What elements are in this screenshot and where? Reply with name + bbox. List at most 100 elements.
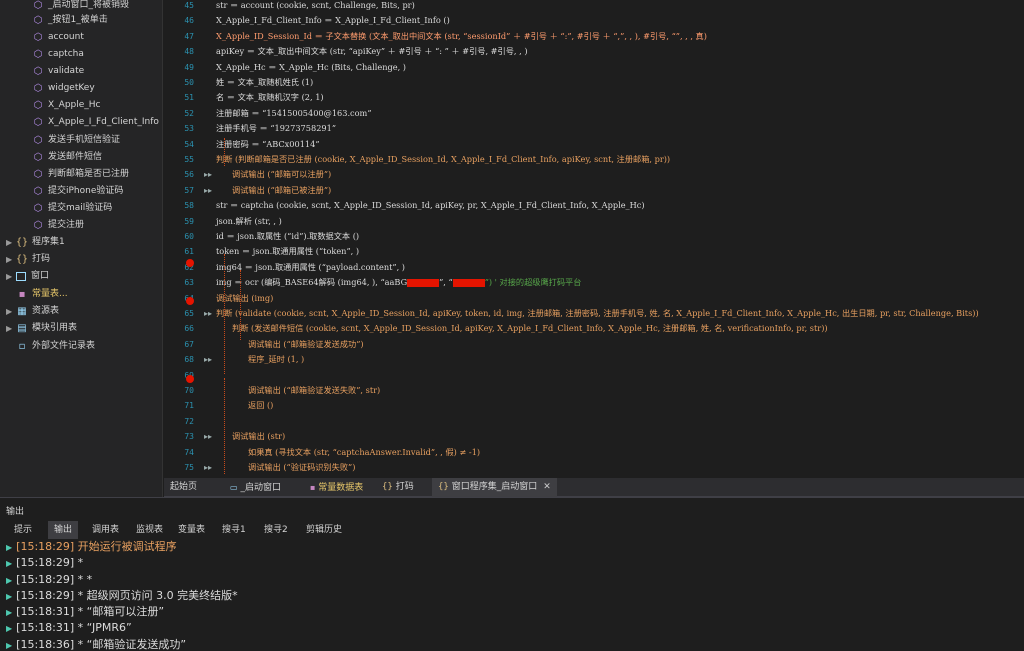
fold-arrow-icon[interactable]: ▸▸ (204, 355, 212, 364)
expand-arrow-icon[interactable]: ▶ (6, 576, 12, 585)
tab-startup-window[interactable]: ▭ _启动窗口 (224, 478, 287, 497)
tree-item-7[interactable]: ⬡ X_Apple_I_Fd_Client_Info (32, 114, 159, 131)
tree-item-6[interactable]: ⬡ X_Apple_Hc (32, 97, 101, 114)
code-line[interactable]: 姓 ＝ 文本_取随机姓氏 (1) (216, 75, 313, 90)
flow-guide (224, 378, 225, 474)
code-line[interactable]: 注册邮箱 ＝ “15415005400@163.com” (216, 106, 372, 121)
fold-arrow-icon[interactable]: ▸▸ (204, 432, 212, 441)
code-line[interactable]: X_Apple_ID_Session_Id ＝ 子文本替换 (文本_取出中间文本… (216, 29, 707, 44)
tree-item-4[interactable]: ⬡ validate (32, 63, 85, 80)
code-line[interactable]: X_Apple_Hc ＝ X_Apple_Hc (Bits, Challenge… (216, 60, 406, 75)
close-icon[interactable]: ✕ (543, 482, 551, 492)
tree-item-20[interactable]: ▫ 外部文件记录表 (16, 338, 95, 355)
fold-arrow-icon[interactable]: ▸▸ (204, 186, 212, 195)
code-line[interactable]: str ＝ captcha (cookie, scnt, X_Apple_ID_… (216, 198, 645, 213)
tab-output[interactable]: 输出 (48, 521, 79, 539)
line-number: 49 (184, 62, 194, 72)
expand-arrow-icon[interactable]: ▶ (6, 592, 12, 601)
code-line[interactable]: X_Apple_I_Fd_Client_Info ＝ X_Apple_I_Fd_… (216, 13, 450, 28)
code-line[interactable]: id ＝ json.取属性 (“id”).取数据文本 () (216, 229, 359, 244)
tab-search-1[interactable]: 搜寻1 (216, 521, 252, 539)
chevron-right-icon[interactable]: ▶ (6, 268, 16, 285)
expand-arrow-icon[interactable]: ▶ (6, 559, 12, 568)
code-line[interactable]: 调试输出 (“邮箱验证发送失败”, str) (248, 383, 380, 398)
output-line[interactable]: ▶ [15:18:36] * “邮箱验证发送成功” (6, 637, 1016, 651)
tree-item-13[interactable]: ⬡ 提交注册 (32, 217, 84, 234)
output-line[interactable]: ▶ [15:18:31] * “邮箱可以注册” (6, 604, 1016, 620)
code-line[interactable]: 判断 (发送邮件短信 (cookie, scnt, X_Apple_ID_Ses… (232, 321, 828, 336)
output-line[interactable]: ▶ [15:18:29] 开始运行被调试程序 (6, 539, 1016, 555)
tree-item-10[interactable]: ⬡ 判断邮箱是否已注册 (32, 166, 129, 183)
tree-item-17[interactable]: ▪ 常量表... (16, 286, 68, 303)
chevron-right-icon[interactable]: ▶ (6, 234, 16, 251)
code-line[interactable]: img64 ＝ json.取通用属性 (“payload.content”, ) (216, 260, 405, 275)
code-line[interactable]: 调试输出 (“邮箱验证发送成功”) (248, 337, 364, 352)
code-line[interactable]: 判断 (判断邮箱是否已注册 (cookie, X_Apple_ID_Sessio… (216, 152, 670, 167)
breakpoint-icon[interactable] (186, 375, 194, 383)
code-line[interactable]: 调试输出 (str) (232, 429, 285, 444)
tab-call-stack[interactable]: 调用表 (86, 521, 125, 539)
code-line[interactable]: 如果真 (寻找文本 (str, “captchaAnswer.Invalid”,… (248, 445, 480, 460)
output-text: * “邮箱可以注册” (77, 605, 165, 619)
chevron-right-icon[interactable]: ▶ (6, 303, 16, 320)
tree-item-14[interactable]: ▶{} 程序集1 (6, 234, 65, 251)
tree-item-15[interactable]: ▶{} 打码 (6, 251, 50, 268)
tree-item-9[interactable]: ⬡ 发送邮件短信 (32, 149, 102, 166)
project-tree[interactable]: ⬡ _启动窗口_将被销毁 ⬡ _按钮1_被单击 ⬡ account ⬡ captcha … (0, 0, 163, 497)
output-line[interactable]: ▶ [15:18:29] * 超级网页访问 3.0 完美终结版* (6, 588, 1016, 604)
tree-item-5[interactable]: ⬡ widgetKey (32, 80, 95, 97)
code-line[interactable]: 注册密码 ＝ “ABCx00114” (216, 137, 320, 152)
subroutine-icon: ⬡ (33, 134, 43, 146)
tab-constants[interactable]: ▪ 常量数据表 (304, 478, 369, 497)
tab-label: 起始页 (170, 482, 198, 492)
code-editor[interactable]: 4546474849505152535455565758596061626364… (164, 0, 1024, 478)
code-line[interactable]: 调试输出 (“验证码识别失败”) (248, 460, 355, 475)
code-line[interactable]: 名 ＝ 文本_取随机汉字 (2, 1) (216, 90, 324, 105)
chevron-right-icon[interactable]: ▶ (6, 320, 16, 337)
output-line[interactable]: ▶ [15:18:29] * (6, 555, 1016, 571)
tab-variables[interactable]: 变量表 (172, 521, 211, 539)
tree-item-18[interactable]: ▶ ▦ 资源表 (6, 303, 59, 320)
code-line[interactable]: 注册手机号 ＝ “19273758291” (216, 121, 336, 136)
output-line[interactable]: ▶ [15:18:29] * * (6, 572, 1016, 588)
expand-arrow-icon[interactable]: ▶ (6, 608, 12, 617)
breakpoint-icon[interactable] (186, 297, 194, 305)
expand-arrow-icon[interactable]: ▶ (6, 641, 12, 650)
tab-search-2[interactable]: 搜寻2 (258, 521, 294, 539)
tab-watch[interactable]: 监视表 (130, 521, 169, 539)
tree-item-label: 打码 (32, 254, 51, 264)
line-number: 71 (184, 401, 194, 411)
fold-arrow-icon[interactable]: ▸▸ (204, 309, 212, 318)
tree-item-12[interactable]: ⬡ 提交mail验证码 (32, 200, 113, 217)
breakpoint-icon[interactable] (186, 259, 194, 267)
code-line[interactable]: 调试输出 (“邮箱已被注册”) (232, 183, 331, 198)
output-line[interactable]: ▶ [15:18:31] * “JPMR6” (6, 620, 1016, 636)
output-log[interactable]: ▶ [15:18:29] 开始运行被调试程序 ▶ [15:18:29] * ▶ [15:1… (6, 539, 1016, 651)
expand-arrow-icon[interactable]: ▶ (6, 624, 12, 633)
tree-item-2[interactable]: ⬡ account (32, 29, 84, 46)
code-line[interactable]: str ＝ account (cookie, scnt, Challenge, … (216, 0, 415, 13)
expand-arrow-icon[interactable]: ▶ (6, 543, 12, 552)
fold-arrow-icon[interactable]: ▸▸ (204, 463, 212, 472)
tree-item-8[interactable]: ⬡ 发送手机短信验证 (32, 132, 120, 149)
chevron-right-icon[interactable]: ▶ (6, 251, 16, 268)
code-line[interactable]: 返回 () (248, 398, 273, 413)
tab-window-assembly[interactable]: {} 窗口程序集_启动窗口 ✕ (432, 478, 557, 497)
tree-item-11[interactable]: ⬡ 提交iPhone验证码 (32, 183, 124, 200)
code-line[interactable]: 调试输出 (“邮箱可以注册”) (232, 167, 331, 182)
code-line[interactable]: 判断 (validate (cookie, scnt, X_Apple_ID_S… (216, 306, 979, 321)
tree-item-3[interactable]: ⬡ captcha (32, 46, 84, 63)
tree-item-1[interactable]: ⬡ _按钮1_被单击 (32, 12, 108, 29)
tree-item-16[interactable]: ▶ 窗口 (6, 268, 49, 285)
fold-arrow-icon[interactable]: ▸▸ (204, 170, 212, 179)
tab-hint[interactable]: 提示 (8, 521, 38, 539)
code-line[interactable]: 程序_延时 (1, ) (248, 352, 304, 367)
tree-item-19[interactable]: ▶ ▤ 模块引用表 (6, 320, 77, 337)
tab-start-page[interactable]: 起始页 (164, 478, 203, 497)
code-line[interactable]: token ＝ json.取通用属性 (“token”, ) (216, 244, 359, 259)
code-line[interactable]: img ＝ ocr (编码_BASE64解码 (img64, ), “aaBG ”… (216, 275, 581, 290)
code-line[interactable]: apiKey ＝ 文本_取出中间文本 (str, “apiKey” ＋ #引号 … (216, 44, 528, 59)
tab-clip-history[interactable]: 剪辑历史 (300, 521, 348, 539)
code-line[interactable]: json.解析 (str, , ) (216, 214, 282, 229)
tab-captcha[interactable]: {} 打码 (376, 478, 420, 497)
